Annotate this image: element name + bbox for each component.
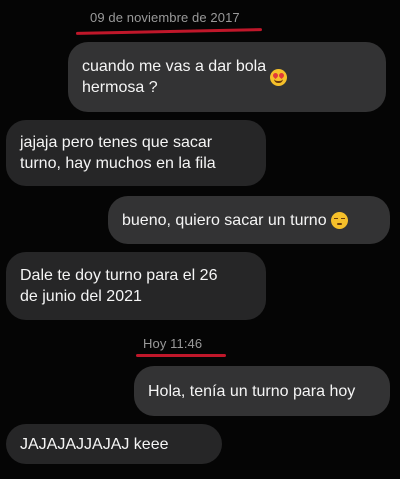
message-text: cuando me vas a dar bola hermosa ?: [82, 58, 267, 96]
chat-thread: 09 de noviembre de 2017 cuando me vas a …: [0, 0, 400, 479]
message-text: jajaja pero tenes que sacar turno, hay m…: [20, 134, 216, 172]
message-text: JAJAJAJJAJAJ keee: [20, 435, 169, 453]
outgoing-message[interactable]: bueno, quiero sacar un turno: [108, 196, 390, 244]
message-text: Dale te doy turno para el 26 de junio de…: [20, 267, 218, 305]
message-text: Hola, tenía un turno para hoy: [148, 382, 356, 400]
heart-eyes-emoji-icon: [270, 68, 288, 86]
incoming-message[interactable]: JAJAJAJJAJAJ keee: [6, 424, 222, 464]
red-underline-annotation: [75, 28, 263, 35]
incoming-message[interactable]: Dale te doy turno para el 26 de junio de…: [6, 252, 266, 320]
date-separator: Hoy 11:46: [143, 336, 203, 351]
date-separator: 09 de noviembre de 2017: [90, 10, 240, 25]
outgoing-message[interactable]: cuando me vas a dar bola hermosa ?: [68, 42, 386, 112]
outgoing-message[interactable]: Hola, tenía un turno para hoy: [134, 366, 390, 416]
message-text: bueno, quiero sacar un turno: [122, 211, 327, 229]
red-underline-annotation: [136, 354, 226, 357]
pensive-emoji-icon: [330, 211, 348, 229]
incoming-message[interactable]: jajaja pero tenes que sacar turno, hay m…: [6, 120, 266, 186]
